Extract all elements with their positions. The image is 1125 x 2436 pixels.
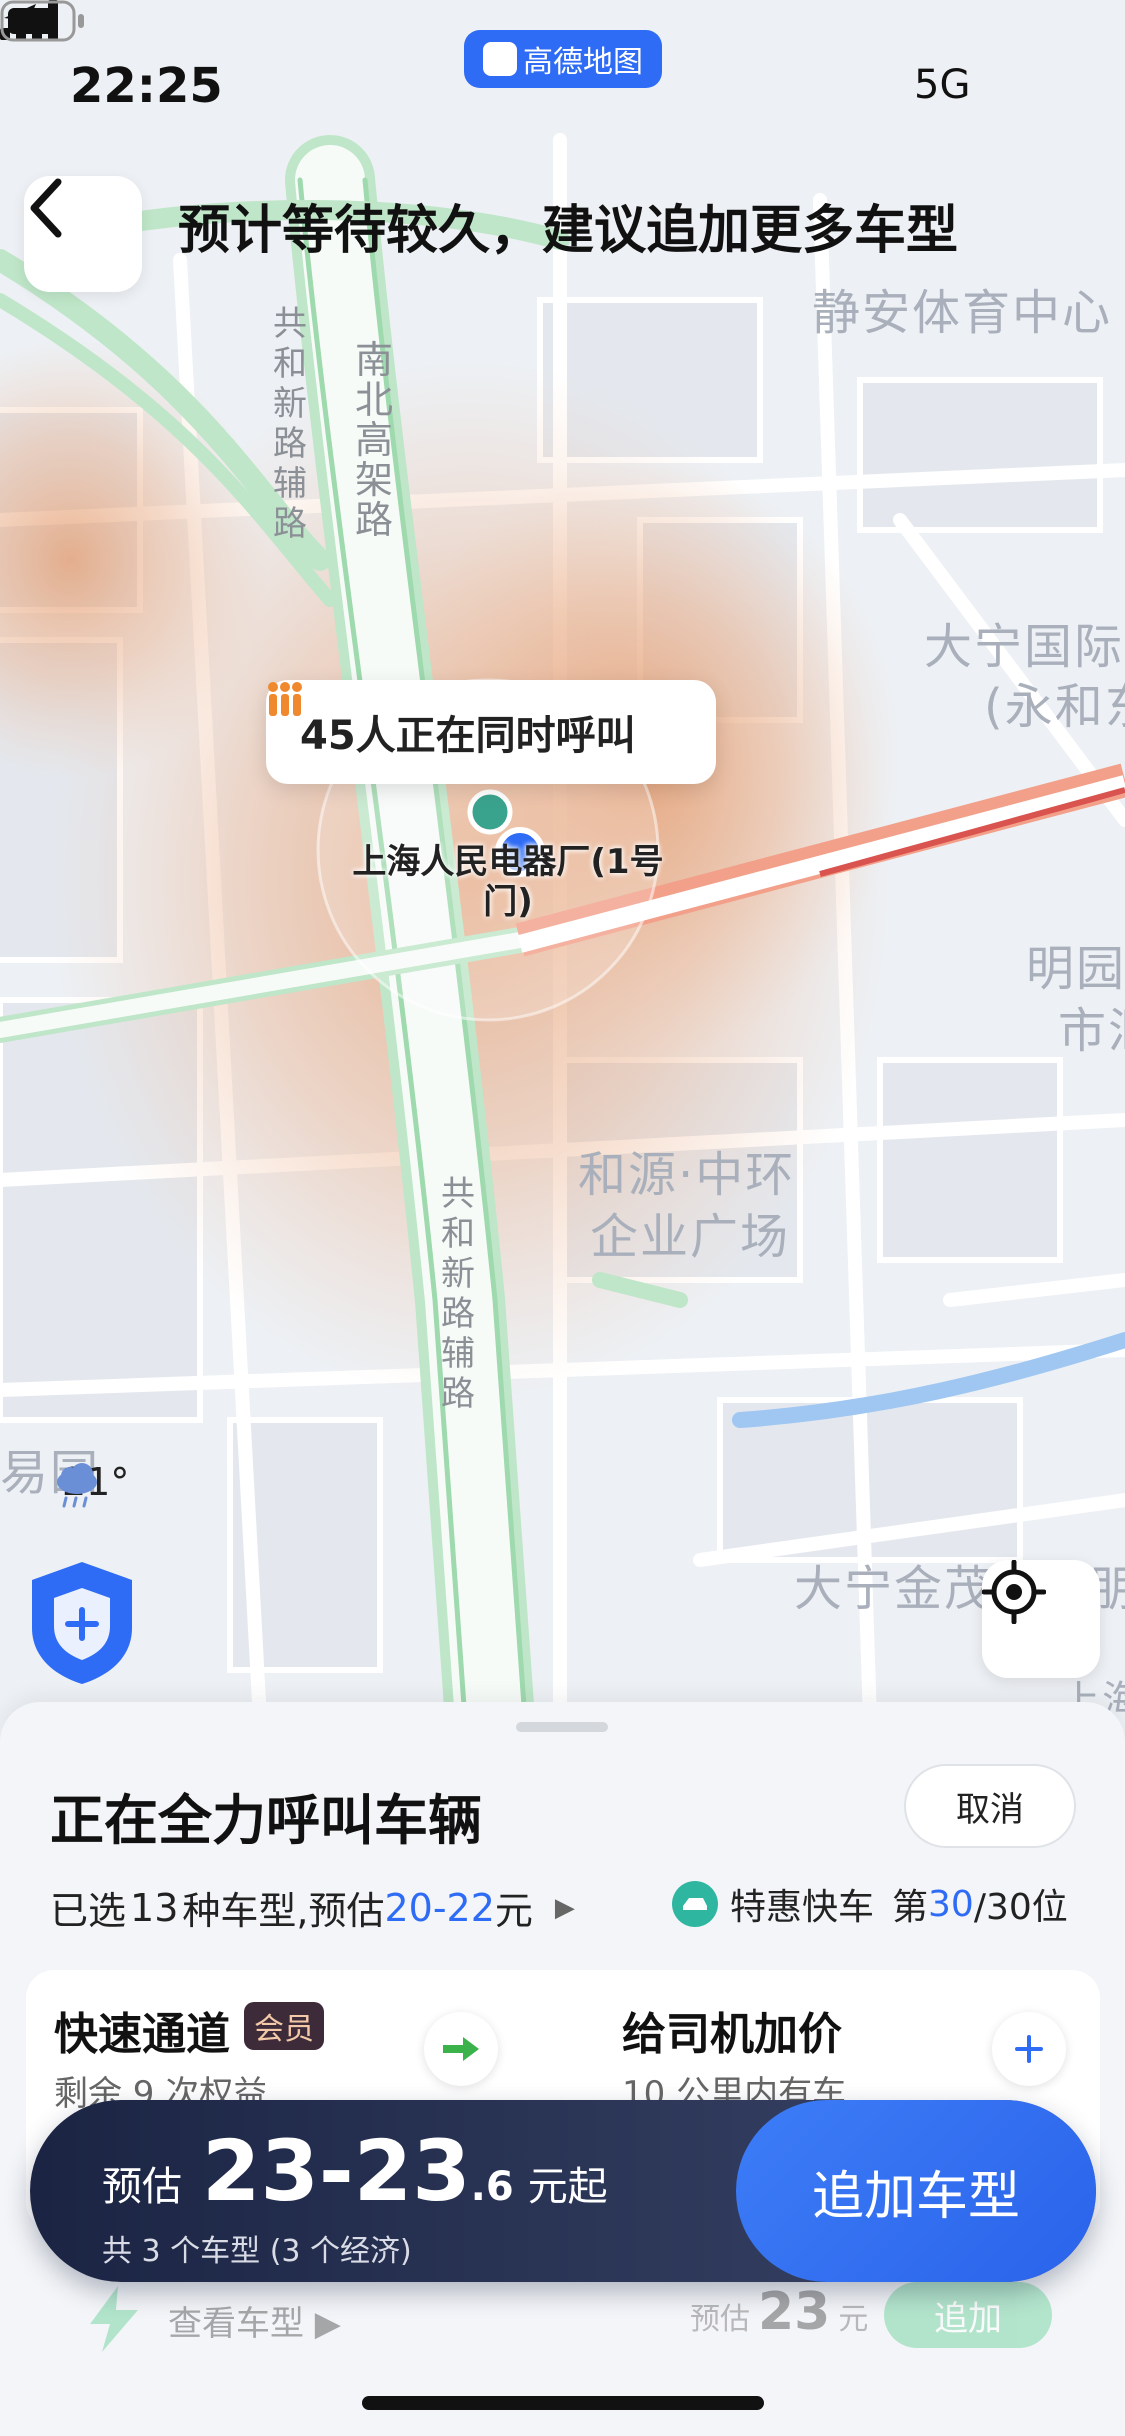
queue-rank: 特惠快车 第 30/30位 — [672, 1878, 1068, 1930]
road-label: 南北高架路 — [354, 338, 393, 542]
lightning-icon — [90, 2286, 138, 2352]
price-bar: 预估 23-23 .6 元起 共 3 个车型 (3 个经济) 追加车型 — [30, 2100, 1096, 2282]
place-label: 大宁金茂 — [794, 1561, 995, 1617]
shield-icon — [32, 1562, 132, 1684]
fast-lane-title: 快速通道 — [54, 2009, 230, 2060]
vip-badge: 会员 — [244, 2002, 324, 2050]
status-bar: 22:25 高德地图 5G — [0, 0, 1125, 170]
place-label: 市汇 — [1058, 1003, 1125, 1059]
page-title: 预计等待较久，建议追加更多车型 — [178, 201, 959, 261]
weather-widget: 21° — [52, 1460, 129, 1508]
rank-suffix: /30位 — [973, 1887, 1068, 1928]
safety-shield-button[interactable] — [24, 1558, 140, 1686]
home-indicator[interactable] — [362, 2396, 764, 2410]
place-label: 和源·中环 — [578, 1147, 796, 1203]
car-type-summary[interactable]: 共 3 个车型 (3 个经济) — [102, 2226, 412, 2270]
chevron-right-icon: ▶ — [554, 1892, 575, 1923]
clock: 22:25 — [70, 58, 223, 114]
chevron-left-icon — [30, 178, 62, 238]
price-estimate: 预估 23-23 .6 元起 — [102, 2122, 608, 2220]
rank-label: 特惠快车 — [730, 1887, 875, 1928]
app-badge[interactable]: 高德地图 — [464, 30, 662, 88]
selected-mid: 种车型,预估 — [182, 1889, 385, 1933]
network-type: 5G — [914, 62, 971, 108]
plus-icon — [1015, 2035, 1043, 2063]
arrow-right-icon — [443, 2037, 479, 2061]
add-car-types-button[interactable]: 追加车型 — [736, 2100, 1096, 2282]
locate-me-button[interactable] — [982, 1560, 1100, 1678]
crosshair-icon — [982, 1560, 1046, 1624]
bottom-sheet: 正在全力呼叫车辆 取消 已选 13 种车型,预估 20-22 元 ▶ 特惠快车 … — [0, 1702, 1125, 2436]
road-label: 共和新路辅路 — [441, 1174, 475, 1414]
fast-lane-button[interactable] — [424, 2012, 498, 2086]
selection-summary[interactable]: 已选 13 种车型,预估 20-22 元 ▶ — [50, 1880, 575, 1935]
car-type-icon — [672, 1881, 718, 1927]
view-car-types-link[interactable]: 查看车型 ▶ — [168, 2296, 341, 2345]
pickup-poi-label: 上海人民电器厂(1号门) — [352, 842, 664, 922]
price-label: 预估 — [102, 2164, 182, 2210]
add-car-row: 查看车型 ▶ 预估 23 元 追加 — [50, 2274, 1060, 2374]
demand-callout: 45人正在同时呼叫 — [266, 680, 716, 784]
ghost-estimate: 预估 23 元 — [690, 2282, 869, 2342]
price-unit: 元 — [494, 1889, 533, 1933]
selected-prefix: 已选 — [50, 1889, 127, 1933]
cancel-button[interactable]: 取消 — [904, 1764, 1076, 1848]
callout-text: 45人正在同时呼叫 — [300, 713, 636, 759]
place-label: 静安体育中心 — [812, 285, 1113, 341]
rank-prefix: 第 — [892, 1887, 929, 1928]
price-value: 23-23 — [202, 2122, 471, 2220]
price-decimal: .6 — [470, 2164, 514, 2210]
place-label: 明园 — [1026, 941, 1125, 997]
amap-logo-icon — [467, 33, 517, 76]
place-label: (永和东 — [984, 679, 1125, 735]
map-view[interactable]: 静安体育中心 大宁国际 (永和东 明园 市汇 和源·中环 企业广场 易园 大宁金… — [0, 0, 1125, 1720]
selected-count: 13 — [130, 1885, 179, 1930]
rank-position: 30 — [928, 1883, 974, 1925]
sheet-title: 正在全力呼叫车辆 — [50, 1789, 482, 1852]
place-label: 大宁国际 — [924, 619, 1125, 675]
road-label: 共和新路辅路 — [273, 304, 307, 544]
tip-driver-title: 给司机加价 — [622, 2009, 842, 2060]
sheet-grabber[interactable] — [516, 1722, 608, 1732]
battery-icon — [0, 0, 84, 42]
place-label: 企业广场 — [590, 1209, 791, 1265]
ghost-add-button[interactable]: 追加 — [884, 2282, 1052, 2348]
app-name: 高德地图 — [523, 45, 643, 80]
price-unit-label: 元起 — [527, 2164, 608, 2210]
tip-driver-button[interactable] — [992, 2012, 1066, 2086]
price-range: 20-22 — [384, 1885, 495, 1930]
back-button[interactable] — [24, 176, 142, 292]
